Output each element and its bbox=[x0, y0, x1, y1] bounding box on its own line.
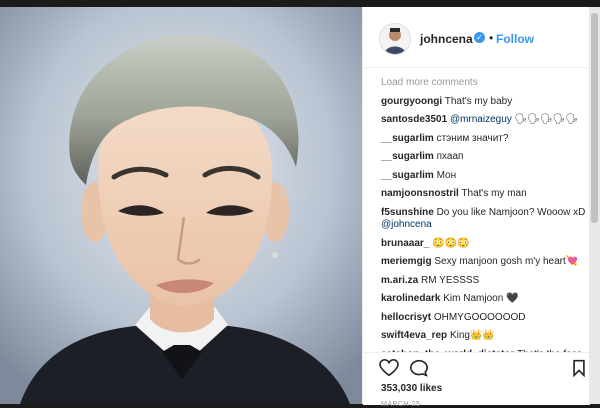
comment-text: OHMYGOOOOOOD bbox=[433, 311, 526, 323]
load-more-comments-link[interactable]: Load more comments bbox=[381, 77, 586, 90]
comment-text: пхаап bbox=[436, 151, 464, 162]
comment-username[interactable]: namjoonsnostril bbox=[381, 188, 459, 199]
separator-dot: • bbox=[489, 31, 494, 45]
comment-item: swift4eva_rep King👑👑 bbox=[381, 330, 586, 343]
comment-username[interactable]: __sugarlim bbox=[381, 170, 434, 181]
comment-text: That's my baby bbox=[444, 95, 513, 107]
comment-text: стэним значит? bbox=[436, 132, 509, 144]
post-header: johncena ✓ • Follow bbox=[363, 7, 590, 68]
comment-item: m.ari.za RM YESSSS bbox=[381, 275, 586, 288]
comment-username[interactable]: karolinedark bbox=[381, 293, 440, 304]
comment-username[interactable]: meriemgig bbox=[381, 256, 432, 267]
verified-badge-icon: ✓ bbox=[474, 32, 485, 43]
comment-username[interactable]: santosde3501 bbox=[381, 114, 447, 125]
comment-username[interactable]: m.ari.za bbox=[381, 275, 418, 286]
comment-item: f5sunshine Do you like Namjoon? Wooow xD… bbox=[381, 207, 586, 232]
comment-mention[interactable]: @mrnaizeguy bbox=[450, 114, 512, 125]
post-sidebar: johncena ✓ • Follow Load more comments g… bbox=[362, 7, 590, 408]
comment-item: brunaaar_ 😳😳😳 bbox=[381, 238, 586, 251]
comment-list: Load more comments gourgyoongi That's my… bbox=[381, 77, 586, 364]
likes-count[interactable]: 353,030 likes bbox=[381, 383, 442, 394]
comment-username[interactable]: swift4eva_rep bbox=[381, 330, 447, 341]
portrait-photo bbox=[0, 7, 362, 404]
comment-item: meriemgig Sexy manjoon gosh m'y heart💘 bbox=[381, 256, 586, 269]
bookmark-icon[interactable] bbox=[572, 359, 586, 382]
comment-username[interactable]: hellocrisyt bbox=[381, 312, 431, 323]
heart-icon[interactable] bbox=[379, 358, 399, 382]
post-actions: 353,030 likes MARCH 25 bbox=[363, 352, 590, 408]
comment-text: RM YESSSS bbox=[421, 274, 480, 286]
comment-username[interactable]: f5sunshine bbox=[381, 207, 434, 218]
comment-text: That's my man bbox=[461, 188, 527, 199]
comment-item: karolinedark Kim Namjoon 🖤 bbox=[381, 293, 586, 306]
follow-button[interactable]: Follow bbox=[496, 32, 534, 46]
comment-username[interactable]: gourgyoongi bbox=[381, 96, 442, 107]
comment-username[interactable]: __sugarlim bbox=[381, 151, 434, 162]
comment-item: santosde3501 @mrnaizeguy 🗣🗣🗣🗣🗣 bbox=[381, 114, 586, 127]
post-photo[interactable] bbox=[0, 7, 362, 404]
comment-username[interactable]: brunaaar_ bbox=[381, 238, 429, 249]
profile-picture-icon bbox=[380, 24, 410, 54]
post-date: MARCH 25 bbox=[381, 401, 421, 408]
username[interactable]: johncena bbox=[420, 32, 473, 46]
comment-text: 😳😳😳 bbox=[432, 237, 470, 249]
comment-text: Kim Namjoon 🖤 bbox=[443, 293, 519, 304]
comment-item: hellocrisyt OHMYGOOOOOOD bbox=[381, 312, 586, 325]
comment-item: gourgyoongi That's my baby bbox=[381, 96, 586, 109]
scrollbar[interactable] bbox=[589, 7, 600, 404]
comment-item: __sugarlim Мон bbox=[381, 170, 586, 183]
comment-item: __sugarlim пхаап bbox=[381, 151, 586, 164]
avatar[interactable] bbox=[379, 23, 411, 55]
comment-text: 🗣🗣🗣🗣🗣 bbox=[511, 114, 579, 125]
comment-text: Sexy manjoon gosh m'y heart💘 bbox=[434, 256, 579, 267]
scrollbar-thumb[interactable] bbox=[591, 13, 598, 223]
comment-text: King👑👑 bbox=[449, 330, 495, 341]
comment-item: __sugarlim стэним значит? bbox=[381, 133, 586, 146]
comment-username[interactable]: __sugarlim bbox=[381, 133, 434, 144]
comment-mention[interactable]: @johncena bbox=[381, 219, 432, 230]
comment-icon[interactable] bbox=[409, 359, 429, 382]
comment-text: Do you like Namjoon? Wooow xD bbox=[436, 206, 586, 218]
comment-item: namjoonsnostril That's my man bbox=[381, 188, 586, 201]
comment-text: Мон bbox=[436, 169, 457, 181]
